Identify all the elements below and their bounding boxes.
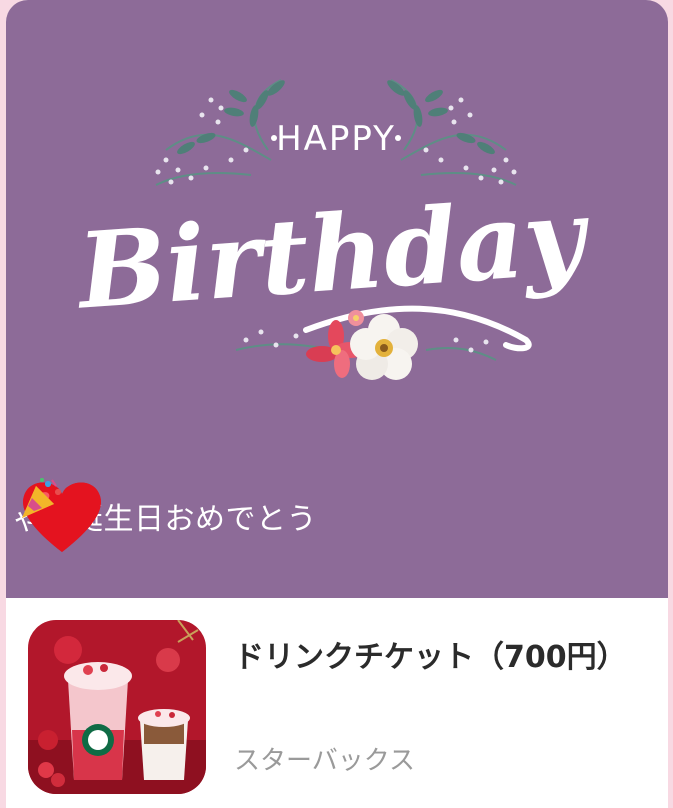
gift-card: HAPPY Birthday ゃん誕生日おめでとう ドリンクチケット（700円）… <box>6 0 668 808</box>
gift-thumbnail <box>28 620 206 794</box>
birthday-message: ゃん誕生日おめでとう <box>12 476 321 556</box>
birthday-heading: Birthday <box>71 174 594 333</box>
gift-ticket-row[interactable]: ドリンクチケット（700円） スターバックス <box>6 598 668 808</box>
ticket-brand: スターバックス <box>234 746 415 776</box>
happy-heading: HAPPY <box>276 119 396 159</box>
birthday-card-image: HAPPY Birthday ゃん誕生日おめでとう <box>6 0 668 598</box>
starbucks-drink-photo-icon <box>28 620 206 794</box>
party-popper-icon <box>22 478 61 518</box>
ticket-title: ドリンクチケット（700円） <box>234 640 627 675</box>
lower-flower-cluster <box>235 310 497 380</box>
